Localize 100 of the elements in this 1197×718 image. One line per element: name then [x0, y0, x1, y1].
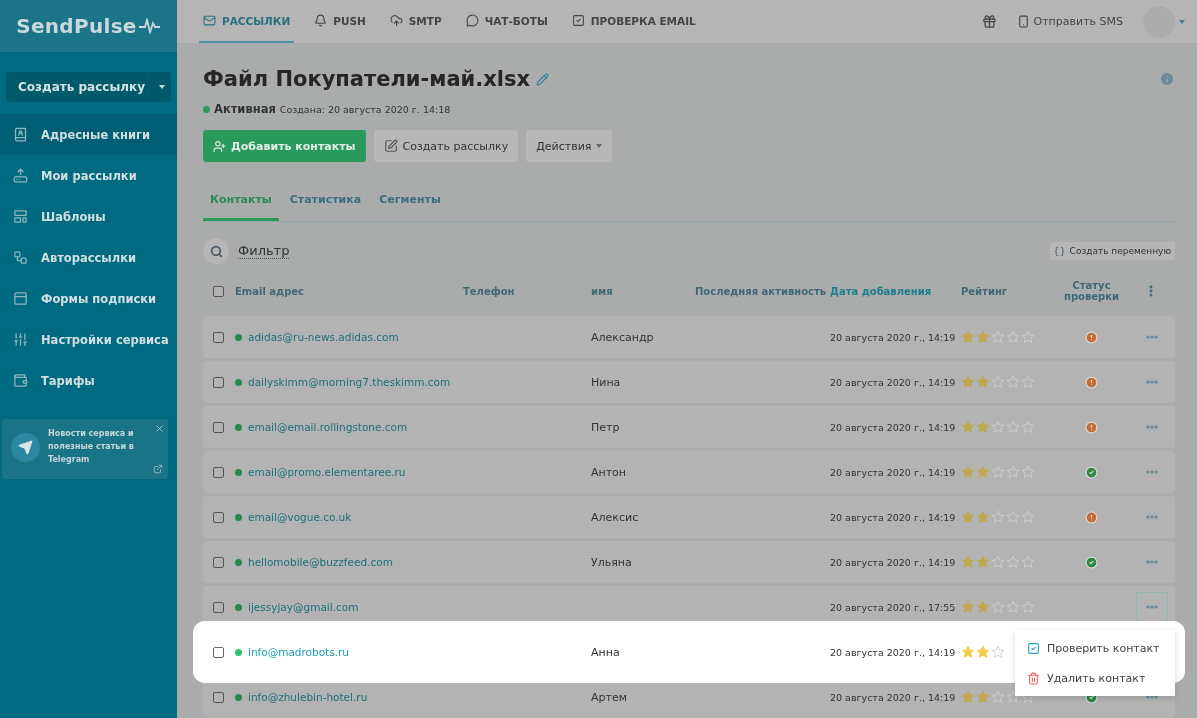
checkbox[interactable] — [213, 601, 224, 613]
promo-text: Новости сервиса и полезные статьи в Telegram — [48, 428, 135, 466]
table-row[interactable]: email@promo.elementaree.ru Антон 20 августа 2020 г., 14:19 — [203, 451, 1175, 493]
table-row[interactable]: email@email.rollingstone.com Петр 20 августа 2020 г., 14:19 — [203, 406, 1175, 448]
star-icon — [961, 375, 975, 389]
checkbox-icon — [1027, 641, 1040, 655]
close-icon[interactable] — [154, 423, 165, 434]
active-dot — [235, 378, 242, 386]
checkbox[interactable] — [213, 556, 224, 568]
braces-icon — [1053, 245, 1065, 257]
column-header[interactable]: Последняя активность — [695, 285, 830, 297]
edit-icon[interactable] — [536, 72, 550, 86]
more-button[interactable] — [1136, 592, 1168, 622]
sidebar-item[interactable]: Формы подписки — [0, 278, 177, 319]
star-icon — [961, 690, 975, 704]
star-outline-icon — [1006, 555, 1020, 569]
checkbox[interactable] — [213, 376, 224, 388]
nav-tab[interactable]: ЧАТ-БОТЫ — [461, 0, 552, 43]
table-row[interactable]: hellomobile@buzzfeed.com Ульяна 20 августа 2020 г., 14:19 — [203, 541, 1175, 583]
warning-icon — [1085, 510, 1098, 524]
star-icon — [976, 465, 990, 479]
star-outline-icon — [991, 375, 1005, 389]
name-cell-text: Анна — [591, 645, 621, 659]
caret-icon[interactable] — [1179, 19, 1185, 24]
flow-icon — [13, 250, 28, 265]
star-icon — [976, 375, 990, 389]
email-link[interactable]: email@vogue.co.uk — [248, 511, 352, 523]
star-outline-icon — [991, 645, 1005, 659]
column-header[interactable]: Статус проверки — [1055, 280, 1128, 302]
date-cell-text: 20 августа 2020 г., 14:19 — [830, 421, 957, 433]
sidebar-label: Тарифы — [41, 373, 95, 388]
page-title: Файл Покупатели-май.xlsx — [203, 67, 531, 91]
column-header[interactable]: Телефон — [463, 285, 591, 297]
column-header[interactable]: имя — [591, 285, 695, 297]
create-variable-button[interactable]: Создать переменную — [1049, 242, 1175, 260]
nav-tab[interactable]: ПРОВЕРКА EMAIL — [567, 0, 700, 43]
sidebar-item[interactable]: Тарифы — [0, 360, 177, 401]
date-cell-text: 20 августа 2020 г., 14:19 — [830, 376, 957, 388]
star-icon — [976, 330, 990, 344]
checkbox[interactable] — [213, 285, 224, 297]
active-dot — [235, 468, 242, 476]
user-plus-icon — [213, 139, 226, 153]
check-circle-icon — [1085, 555, 1098, 569]
upload-tray-icon — [13, 168, 28, 183]
nav-tab[interactable]: РАССЫЛКИ — [199, 0, 295, 43]
external-link-icon[interactable] — [153, 464, 163, 474]
date-cell-text: 20 августа 2020 г., 17:55 — [830, 601, 957, 613]
status-dot — [203, 105, 210, 113]
checkbox[interactable] — [213, 511, 224, 523]
sidebar-label: Формы подписки — [41, 291, 157, 306]
star-icon — [961, 555, 975, 569]
send-sms-link[interactable]: Отправить SMS — [1016, 15, 1123, 28]
sidebar-item[interactable]: Мои рассылки — [0, 155, 177, 196]
sidebar-item[interactable]: Настройки сервиса — [0, 319, 177, 360]
menu-item[interactable]: Проверить контакт — [1015, 633, 1175, 663]
email-link[interactable]: email@promo.elementaree.ru — [248, 466, 406, 478]
create-campaign-button[interactable]: Создать рассылку — [6, 72, 171, 102]
nav-tab[interactable]: SMTP — [385, 0, 446, 43]
column-header[interactable]: Email адрес — [235, 285, 463, 297]
email-link[interactable]: info@madrobots.ru — [248, 646, 350, 658]
email-link[interactable]: email@email.rollingstone.com — [248, 421, 408, 433]
edit-icon — [383, 139, 398, 153]
action-button[interactable]: Действия — [526, 130, 613, 162]
gift-icon[interactable] — [981, 14, 997, 29]
star-outline-icon — [1006, 330, 1020, 344]
checkbox[interactable] — [213, 421, 224, 433]
email-link[interactable]: hellomobile@buzzfeed.com — [248, 556, 393, 568]
star-outline-icon — [1021, 420, 1035, 434]
email-link[interactable]: adidas@ru-news.adidas.com — [248, 331, 399, 343]
table-row[interactable]: adidas@ru-news.adidas.com Александр 20 августа 2020 г., 14:19 — [203, 316, 1175, 358]
name-cell-text: Нина — [591, 375, 622, 389]
name-cell-text: Петр — [591, 420, 621, 434]
active-dot — [235, 558, 242, 566]
tab[interactable]: Сегменты — [372, 180, 448, 221]
sidebar-item[interactable]: Шаблоны — [0, 196, 177, 237]
checkbox[interactable] — [213, 646, 224, 658]
table-row[interactable]: email@vogue.co.uk Алексис 20 августа 2020 г., 14:19 — [203, 496, 1175, 538]
star-outline-icon — [1021, 330, 1035, 344]
star-icon — [976, 690, 990, 704]
name-cell-text: Ульяна — [591, 555, 633, 569]
sidebar-label: Настройки сервиса — [41, 332, 169, 347]
tab[interactable]: Статистика — [282, 180, 369, 221]
checkbox[interactable] — [213, 466, 224, 478]
info-icon[interactable] — [1159, 71, 1175, 87]
email-link[interactable]: dailyskimm@morning7.theskimm.com — [248, 376, 451, 388]
checkbox[interactable] — [213, 691, 224, 703]
action-button[interactable]: Создать рассылку — [373, 130, 519, 162]
star-outline-icon — [1021, 465, 1035, 479]
filter-link[interactable]: Фильтр — [238, 243, 290, 259]
nav-tab[interactable]: PUSH — [310, 0, 370, 43]
action-button[interactable]: Добавить контакты — [203, 130, 366, 162]
star-outline-icon — [1006, 690, 1020, 704]
checkbox[interactable] — [213, 331, 224, 343]
search-icon[interactable] — [203, 238, 229, 264]
table-row[interactable]: dailyskimm@morning7.theskimm.com Нина 20 августа 2020 г., 14:19 — [203, 361, 1175, 403]
column-header[interactable]: Рейтинг — [961, 285, 1055, 297]
email-link[interactable]: ijessyjay@gmail.com — [248, 601, 359, 613]
star-icon — [976, 555, 990, 569]
sidebar-item[interactable]: Авторассылки — [0, 237, 177, 278]
sidebar-item[interactable]: Адресные книги — [0, 114, 177, 155]
